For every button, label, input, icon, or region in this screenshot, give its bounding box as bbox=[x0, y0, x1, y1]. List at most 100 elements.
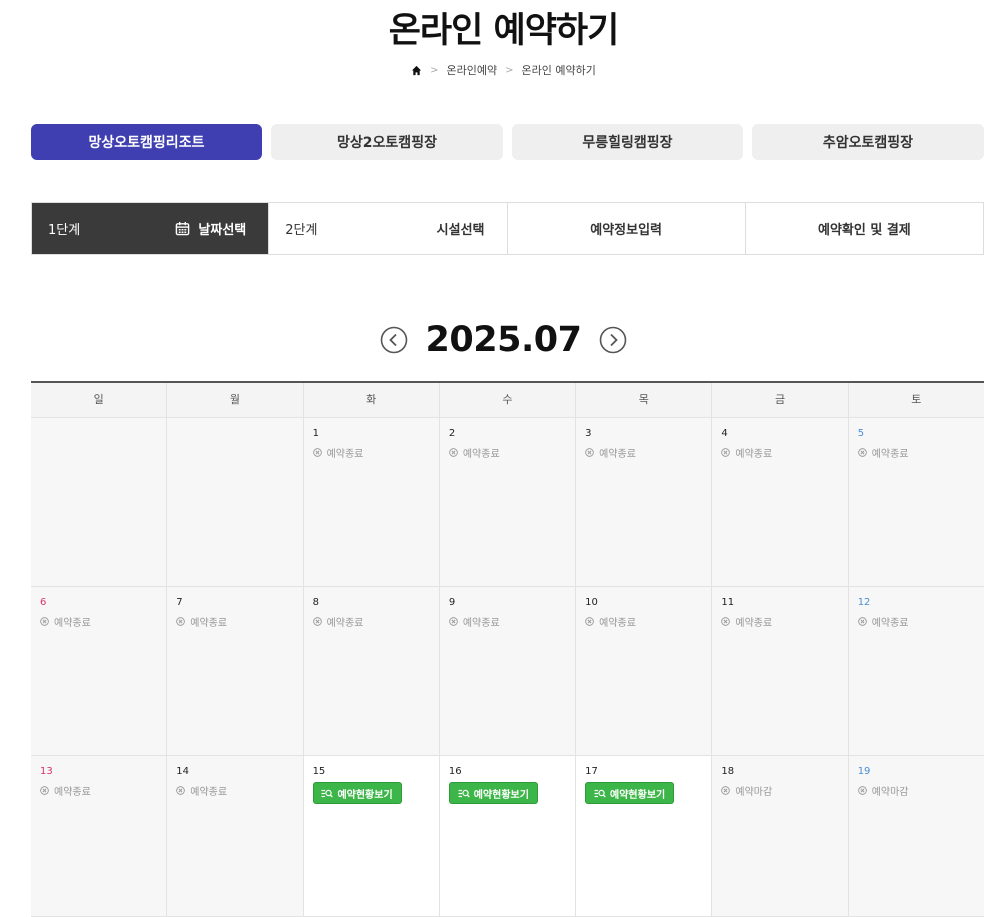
calendar-week-row: 6 예약종료 7 예약종료 8 예약종료 9 예약종료 10 예약종료 11 예약종료 12 예약종료 bbox=[31, 587, 984, 756]
tab-mangsang2-auto-camping[interactable]: 망상2오토캠핑장 bbox=[271, 124, 503, 160]
day-status: 예약종료 bbox=[857, 614, 909, 629]
day-number: 13 bbox=[40, 766, 53, 777]
calendar-day-cell: 5 예약종료 bbox=[848, 418, 984, 586]
button-label: 예약현황보기 bbox=[473, 789, 529, 801]
close-circle-icon bbox=[585, 617, 594, 626]
day-status: 예약종료 bbox=[857, 445, 909, 460]
calendar-day-cell: 16 예약현황보기 bbox=[439, 756, 577, 916]
day-status: 예약종료 bbox=[40, 614, 91, 629]
day-number: 15 bbox=[312, 766, 326, 777]
calendar-day-cell: 9 예약종료 bbox=[439, 587, 577, 755]
status-label: 예약종료 bbox=[871, 449, 909, 460]
calendar-day-cell: 15 예약현황보기 bbox=[303, 756, 440, 916]
calendar-day-cell: 11 예약종료 bbox=[712, 587, 849, 755]
status-label: 예약종료 bbox=[190, 618, 228, 629]
calendar-day-cell: 6 예약종료 bbox=[31, 587, 168, 755]
calendar-day-cell: 19 예약마감 bbox=[848, 756, 984, 916]
day-number: 1 bbox=[312, 428, 319, 439]
day-number: 7 bbox=[176, 597, 183, 608]
booking-steps: 1단계 날짜선택 2단계 시설선택 예약정보입력 예약확인 및 결제 bbox=[31, 202, 984, 255]
weekday-header: 일 월 화 수 목 금 토 bbox=[31, 383, 984, 418]
day-number: 6 bbox=[40, 597, 47, 608]
breadcrumb-item-online-reservation[interactable]: 온라인예약 bbox=[447, 62, 498, 78]
close-circle-icon bbox=[721, 617, 731, 626]
day-status: 예약종료 bbox=[312, 614, 364, 629]
calendar-day-cell: 13 예약종료 bbox=[31, 756, 168, 916]
tab-chuam-auto-camping[interactable]: 추암오토캠핑장 bbox=[752, 124, 984, 160]
status-label: 예약종료 bbox=[599, 618, 636, 629]
view-reservation-status-button[interactable]: 예약현황보기 bbox=[312, 782, 402, 804]
status-label: 예약종료 bbox=[54, 618, 91, 629]
calendar-day-cell: 2 예약종료 bbox=[439, 418, 577, 586]
chevron-left-icon[interactable] bbox=[380, 326, 408, 354]
calendar-day-cell: 12 예약종료 bbox=[848, 587, 984, 755]
status-label: 예약종료 bbox=[871, 618, 909, 629]
day-status: 예약종료 bbox=[176, 614, 227, 629]
weekday-thu: 목 bbox=[576, 383, 713, 417]
status-label: 예약마감 bbox=[735, 787, 773, 798]
status-label: 예약종료 bbox=[326, 618, 364, 629]
home-icon[interactable] bbox=[411, 65, 422, 76]
day-number: 17 bbox=[585, 766, 598, 777]
breadcrumb-separator: > bbox=[505, 64, 514, 76]
calendar-day-cell bbox=[167, 418, 304, 586]
breadcrumb-item-online-booking[interactable]: 온라인 예약하기 bbox=[522, 62, 596, 78]
breadcrumb: > 온라인예약 > 온라인 예약하기 bbox=[0, 62, 1007, 78]
status-label: 예약종료 bbox=[54, 787, 91, 798]
day-number: 5 bbox=[857, 428, 865, 439]
day-number: 14 bbox=[176, 766, 190, 777]
calendar-day-cell: 8 예약종료 bbox=[303, 587, 440, 755]
calendar-day-cell: 7 예약종료 bbox=[167, 587, 304, 755]
calendar: 일 월 화 수 목 금 토 1 예약종료 2 예약종료 3 예약종료 4 예약종료 5 예약종료 6… bbox=[31, 381, 984, 917]
view-reservation-status-button[interactable]: 예약현황보기 bbox=[585, 782, 675, 804]
day-status: 예약마감 bbox=[857, 783, 909, 798]
calendar-week-row: 13 예약종료 14 예약종료 15 예약현황보기 16 예약현황보기 17 예약현황보기 18 예약… bbox=[31, 756, 984, 917]
day-status: 예약종료 bbox=[312, 445, 364, 460]
status-label: 예약종료 bbox=[735, 618, 773, 629]
calendar-body: 1 예약종료 2 예약종료 3 예약종료 4 예약종료 5 예약종료 6 예약종료 7 예약종료 8 예약종료… bbox=[31, 418, 984, 917]
list-search-icon bbox=[458, 789, 470, 797]
status-label: 예약종료 bbox=[462, 449, 500, 460]
weekday-tue: 화 bbox=[304, 383, 440, 417]
day-status: 예약종료 bbox=[721, 614, 772, 629]
step-number: 1단계 bbox=[48, 223, 81, 238]
chevron-right-icon[interactable] bbox=[599, 326, 627, 354]
weekday-mon: 월 bbox=[167, 383, 304, 417]
calendar-day-cell: 14 예약종료 bbox=[167, 756, 304, 916]
calendar-day-cell: 17 예약현황보기 bbox=[576, 756, 713, 916]
step-label: 날짜선택 bbox=[198, 223, 247, 238]
day-number: 11 bbox=[721, 597, 735, 608]
calendar-day-cell: 10 예약종료 bbox=[576, 587, 713, 755]
status-label: 예약종료 bbox=[735, 449, 773, 460]
list-search-icon bbox=[594, 789, 606, 797]
list-search-icon bbox=[321, 789, 334, 797]
day-status: 예약종료 bbox=[585, 614, 636, 629]
tab-mangsang-auto-camping-resort[interactable]: 망상오토캠핑리조트 bbox=[31, 124, 262, 160]
day-number: 19 bbox=[857, 766, 871, 777]
weekday-sun: 일 bbox=[31, 383, 168, 417]
day-number: 8 bbox=[312, 597, 319, 608]
day-number: 4 bbox=[721, 428, 728, 439]
day-status: 예약종료 bbox=[449, 445, 500, 460]
tab-mureung-healing-camping[interactable]: 무릉힐링캠핑장 bbox=[512, 124, 743, 160]
calendar-day-cell: 1 예약종료 bbox=[303, 418, 440, 586]
status-label: 예약마감 bbox=[871, 787, 909, 798]
calendar-day-cell: 4 예약종료 bbox=[712, 418, 849, 586]
view-reservation-status-button[interactable]: 예약현황보기 bbox=[448, 782, 538, 804]
status-label: 예약종료 bbox=[326, 449, 364, 460]
button-label: 예약현황보기 bbox=[610, 789, 666, 801]
day-number: 18 bbox=[721, 766, 735, 777]
step-1-date-select: 1단계 날짜선택 bbox=[32, 203, 270, 254]
current-month: 2025.07 bbox=[425, 320, 582, 360]
day-number: 12 bbox=[857, 597, 871, 608]
close-circle-icon bbox=[857, 786, 867, 795]
weekday-wed: 수 bbox=[440, 383, 577, 417]
site-tabs: 망상오토캠핑리조트 망상2오토캠핑장 무릉힐링캠핑장 추암오토캠핑장 bbox=[31, 124, 984, 160]
page-title: 온라인 예약하기 bbox=[388, 11, 620, 51]
day-status: 예약종료 bbox=[176, 783, 227, 798]
month-navigation: 2025.07 bbox=[0, 318, 1007, 362]
step-label: 시설선택 bbox=[436, 223, 485, 238]
close-circle-icon bbox=[40, 786, 49, 795]
button-label: 예약현황보기 bbox=[337, 789, 393, 801]
weekday-sat: 토 bbox=[911, 393, 922, 406]
